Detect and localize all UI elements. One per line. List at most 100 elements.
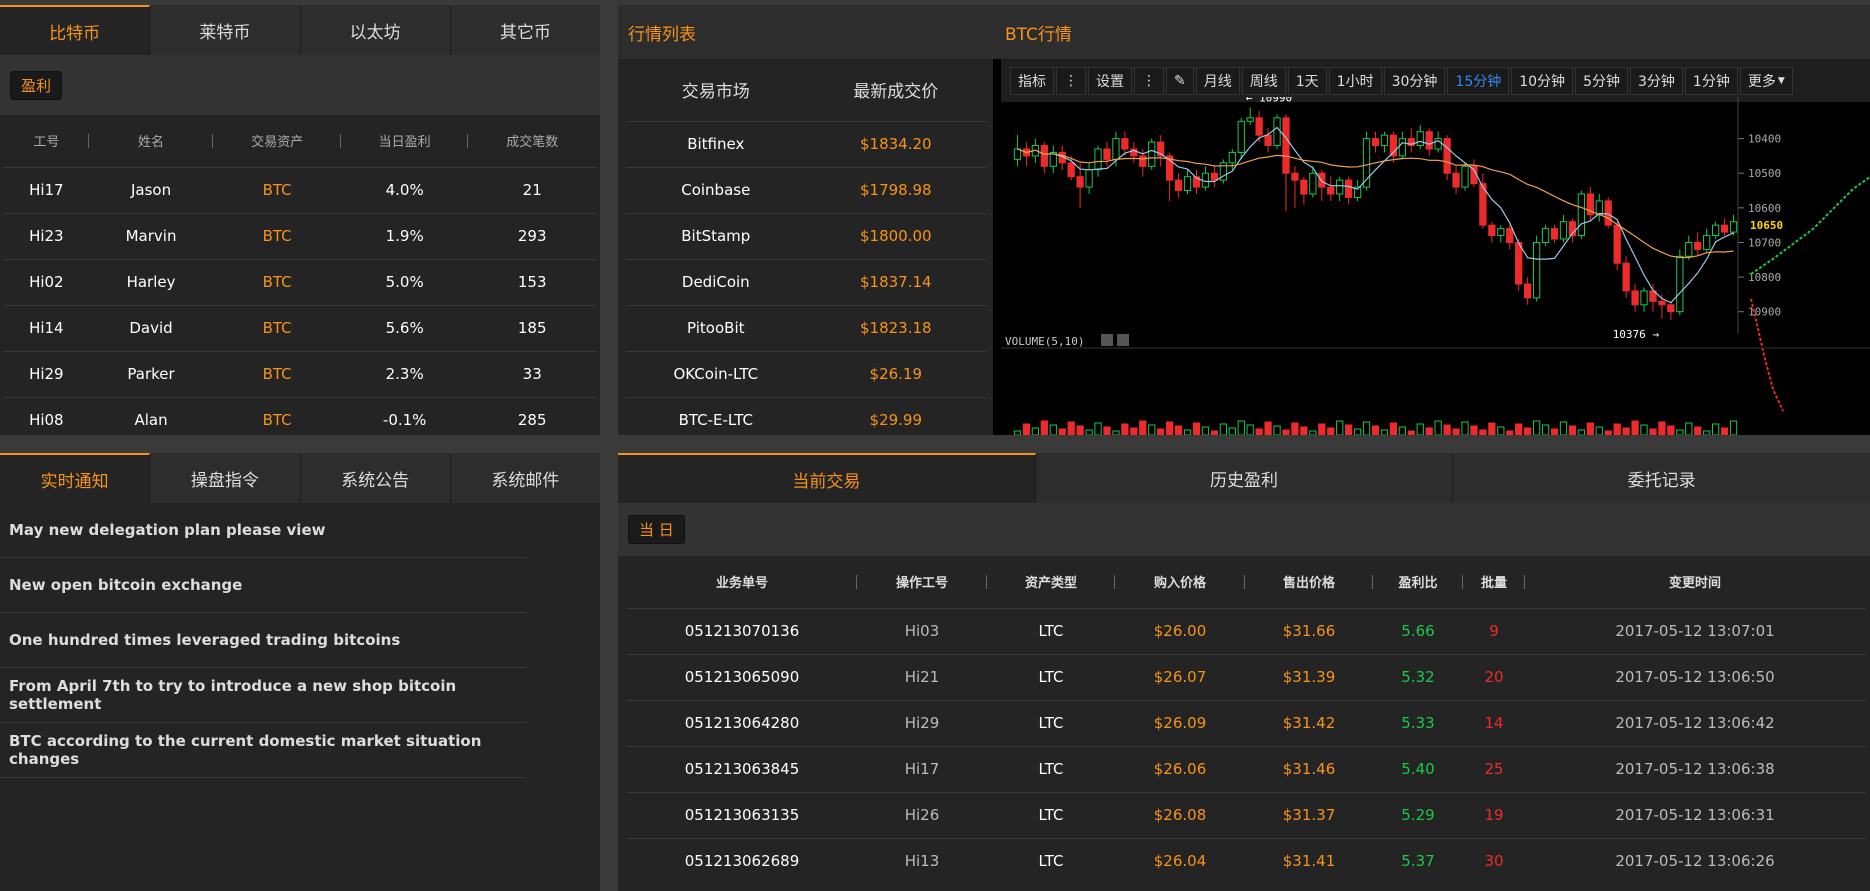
interval-10m[interactable]: 10分钟 bbox=[1511, 66, 1574, 95]
notice-item[interactable]: From April 7th to try to introduce a new… bbox=[0, 668, 526, 723]
tab-bitcoin[interactable]: 比特币 bbox=[0, 5, 151, 55]
candle-body bbox=[1255, 117, 1263, 136]
exchange-name: BTC-E-LTC bbox=[626, 396, 806, 443]
interval-1h[interactable]: 1小时 bbox=[1328, 66, 1382, 95]
volume-bar bbox=[1157, 428, 1165, 435]
tab-history-profit[interactable]: 历史盈利 bbox=[1036, 453, 1454, 503]
table-row[interactable]: Hi14 David BTC 5.6% 185 bbox=[4, 304, 596, 351]
trader-profit: -0.1% bbox=[340, 396, 469, 443]
notice-tabs: 实时通知 操盘指令 系统公告 系统邮件 bbox=[0, 453, 600, 503]
profit-badge[interactable]: 盈利 bbox=[10, 70, 63, 100]
table-row[interactable]: 051213063845 Hi17 LTC $26.06 $31.46 5.40 25 201… bbox=[627, 745, 1865, 792]
tab-trade-instructions[interactable]: 操盘指令 bbox=[150, 453, 301, 503]
batch-size: 19 bbox=[1463, 791, 1525, 838]
market-row[interactable]: PitooBit $1823.18 bbox=[626, 304, 986, 351]
order-id: 051213063845 bbox=[627, 745, 857, 792]
interval-5m[interactable]: 5分钟 bbox=[1575, 66, 1628, 95]
trader-asset: BTC bbox=[213, 304, 341, 351]
tab-current-trades[interactable]: 当前交易 bbox=[618, 453, 1036, 503]
more-dots-icon[interactable]: ⋮ bbox=[1134, 66, 1164, 95]
volume-bar bbox=[1703, 430, 1711, 435]
candle-body bbox=[1282, 117, 1290, 174]
exchange-name: BitStamp bbox=[626, 212, 806, 259]
col-daily-profit: 当日盈利 bbox=[341, 115, 469, 167]
candle-body bbox=[1488, 224, 1496, 237]
tab-system-announcement[interactable]: 系统公告 bbox=[301, 453, 451, 503]
market-row[interactable]: BTC-E-LTC $29.99 bbox=[626, 396, 986, 443]
operator-id: Hi13 bbox=[857, 837, 987, 884]
table-row[interactable]: 051213062689 Hi13 LTC $26.04 $31.41 5.37 30 201… bbox=[627, 837, 1865, 884]
tab-litecoin[interactable]: 莱特币 bbox=[150, 5, 301, 55]
interval-month[interactable]: 月线 bbox=[1195, 66, 1240, 95]
trader-name: Harley bbox=[88, 258, 214, 305]
volume-bar bbox=[1183, 429, 1192, 435]
tab-ethereum[interactable]: 以太坊 bbox=[301, 5, 451, 55]
profit-ratio: 5.40 bbox=[1373, 745, 1463, 792]
volume-bar bbox=[1345, 424, 1353, 435]
interval-week[interactable]: 周线 bbox=[1241, 66, 1286, 95]
trader-asset: BTC bbox=[213, 350, 341, 397]
market-row[interactable]: Bitfinex $1834.20 bbox=[626, 120, 986, 167]
table-row[interactable]: 051213065090 Hi21 LTC $26.07 $31.39 5.32 20 201… bbox=[627, 653, 1865, 700]
interval-15m[interactable]: 15分钟 bbox=[1447, 66, 1510, 95]
table-row[interactable]: 051213064280 Hi29 LTC $26.09 $31.42 5.33 14 201… bbox=[627, 699, 1865, 746]
volume-bar bbox=[1685, 422, 1693, 435]
candle-body bbox=[1318, 172, 1326, 188]
exchange-name: DediCoin bbox=[626, 258, 806, 305]
volume-bar bbox=[1479, 429, 1487, 435]
pencil-icon[interactable]: ✎ bbox=[1166, 66, 1194, 95]
buy-price: $26.00 bbox=[1115, 607, 1245, 654]
candle-body bbox=[1246, 117, 1254, 122]
candlestick-chart[interactable]: 109001080010700106001050010400← 10990103… bbox=[993, 59, 1870, 435]
candle-body bbox=[1604, 200, 1612, 226]
table-row[interactable]: Hi02 Harley BTC 5.0% 153 bbox=[4, 258, 596, 305]
change-time: 2017-05-12 13:06:26 bbox=[1525, 837, 1865, 884]
notice-item[interactable]: May new delegation plan please view bbox=[0, 503, 526, 558]
settings-button[interactable]: 设置 bbox=[1088, 66, 1132, 95]
notice-item[interactable]: New open bitcoin exchange bbox=[0, 558, 526, 613]
volume-bar bbox=[1174, 425, 1183, 435]
table-row[interactable]: 051213063135 Hi26 LTC $26.08 $31.37 5.29 19 201… bbox=[627, 791, 1865, 838]
order-id: 051213070136 bbox=[627, 607, 857, 654]
market-row[interactable]: OKCoin-LTC $26.19 bbox=[626, 350, 986, 397]
table-row[interactable]: Hi29 Parker BTC 2.3% 33 bbox=[4, 350, 596, 397]
volume-label: VOLUME(5,10) bbox=[1005, 335, 1084, 348]
interval-3m[interactable]: 3分钟 bbox=[1629, 66, 1683, 95]
col-buy-price: 购入价格 bbox=[1115, 556, 1245, 608]
batch-size: 30 bbox=[1463, 837, 1525, 884]
y-tick-label: 10500 bbox=[1748, 167, 1781, 180]
candle-body bbox=[1443, 138, 1451, 174]
batch-size: 14 bbox=[1463, 699, 1525, 746]
tab-system-mail[interactable]: 系统邮件 bbox=[451, 453, 600, 503]
interval-1d[interactable]: 1天 bbox=[1287, 66, 1327, 95]
candle-body bbox=[1631, 290, 1639, 306]
interval-1m[interactable]: 1分钟 bbox=[1684, 66, 1738, 95]
table-row[interactable]: Hi08 Alan BTC -0.1% 285 bbox=[4, 396, 596, 443]
interval-30m[interactable]: 30分钟 bbox=[1383, 66, 1446, 95]
more-intervals-dropdown[interactable]: 更多 ▼ bbox=[1739, 66, 1793, 95]
candle-body bbox=[1524, 283, 1532, 299]
candle-body bbox=[1174, 179, 1183, 192]
market-row[interactable]: BitStamp $1800.00 bbox=[626, 212, 986, 259]
market-row[interactable]: DediCoin $1837.14 bbox=[626, 258, 986, 305]
tab-realtime-notice[interactable]: 实时通知 bbox=[0, 453, 151, 503]
batch-size: 9 bbox=[1463, 607, 1525, 654]
indicator-button[interactable]: 指标 bbox=[1010, 66, 1054, 95]
tab-order-records[interactable]: 委托记录 bbox=[1453, 453, 1870, 503]
volume-bar bbox=[1434, 420, 1442, 435]
notice-item[interactable]: One hundred times leveraged trading bitc… bbox=[0, 613, 526, 668]
notice-item[interactable]: BTC according to the current domestic ma… bbox=[0, 723, 526, 778]
candle-body bbox=[1103, 148, 1111, 160]
candle-body bbox=[1676, 255, 1684, 313]
table-row[interactable]: Hi17 Jason BTC 4.0% 21 bbox=[4, 166, 596, 213]
trade-tabs: 当前交易 历史盈利 委托记录 bbox=[618, 453, 1870, 503]
candle-body bbox=[1720, 224, 1729, 233]
more-dots-icon[interactable]: ⋮ bbox=[1056, 66, 1086, 95]
tab-other-coins[interactable]: 其它币 bbox=[451, 5, 600, 55]
volume-bar bbox=[1729, 420, 1738, 435]
table-row[interactable]: Hi23 Marvin BTC 1.9% 293 bbox=[4, 212, 596, 259]
table-row[interactable]: 051213070136 Hi03 LTC $26.00 $31.66 5.66 9 2017… bbox=[627, 607, 1865, 654]
today-badge[interactable]: 当 日 bbox=[628, 515, 685, 544]
change-time: 2017-05-12 13:06:50 bbox=[1525, 653, 1865, 700]
market-row[interactable]: Coinbase $1798.98 bbox=[626, 166, 986, 213]
